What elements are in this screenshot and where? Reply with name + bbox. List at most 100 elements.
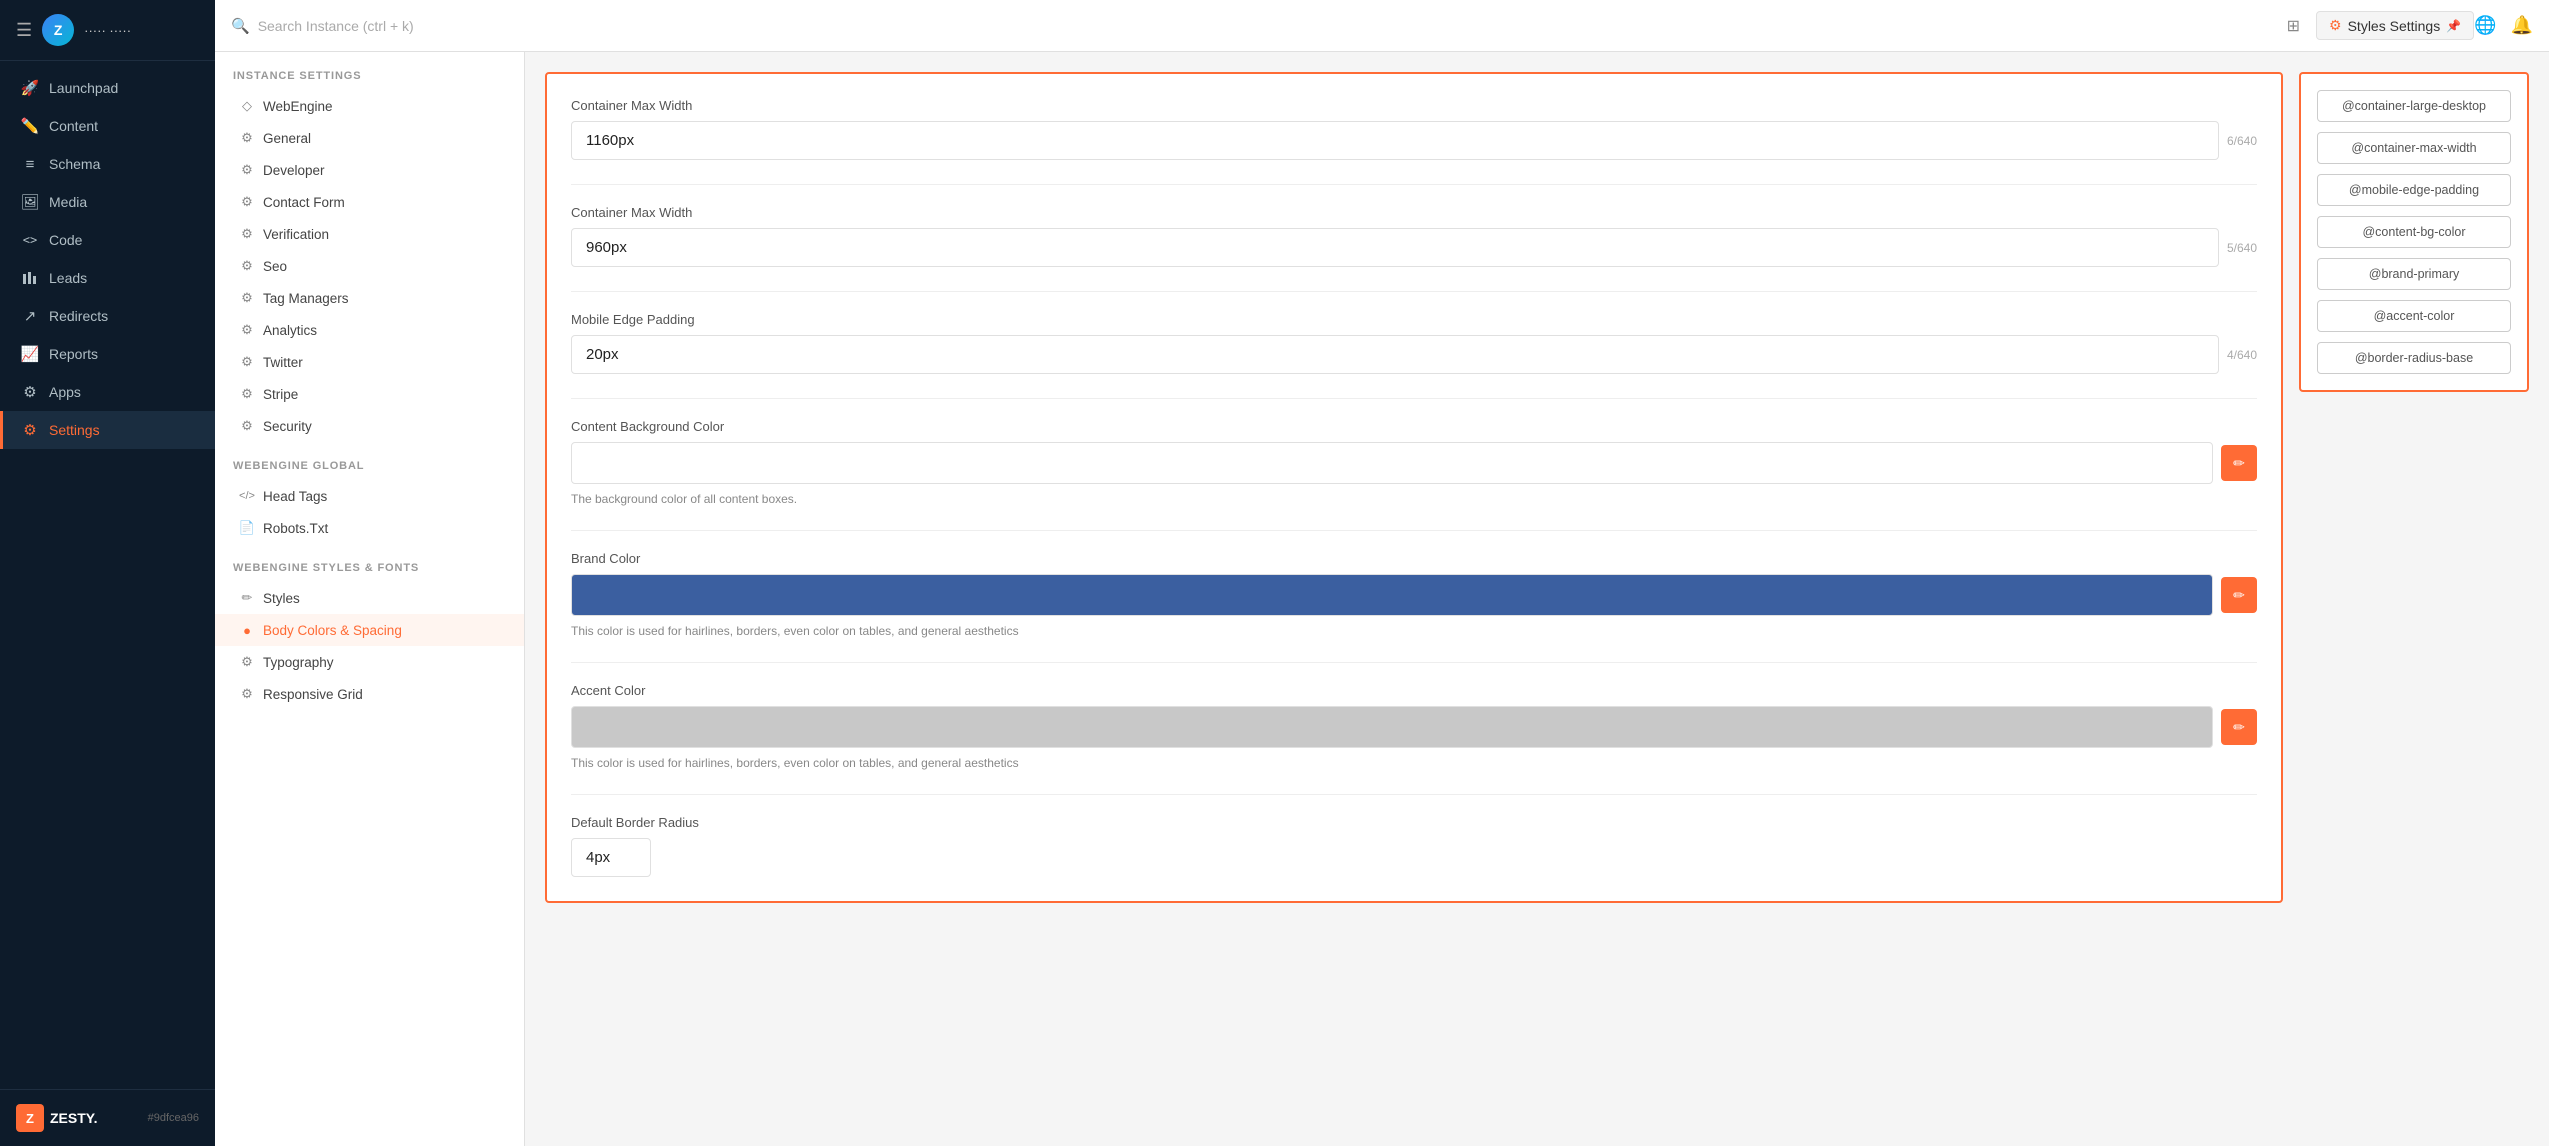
general-icon: ⚙ [239,130,255,146]
sidebar-item-media[interactable]: 🖼 Media [0,183,215,221]
zesty-logo: Z ZESTY. [16,1104,97,1132]
sub-nav-styles[interactable]: ✏ Styles [215,582,524,614]
right-panel: @container-large-desktop @container-max-… [2299,72,2529,392]
sub-nav-twitter[interactable]: ⚙ Twitter [215,346,524,378]
sidebar-item-content[interactable]: ✏️ Content [0,107,215,145]
input-mobile-edge-padding[interactable] [571,335,2219,374]
hamburger-icon[interactable]: ☰ [16,20,32,41]
pencil-icon: ✏ [2233,455,2245,472]
sub-nav-responsive-grid[interactable]: ⚙ Responsive Grid [215,678,524,710]
content-icon: ✏️ [21,117,39,135]
field-label-border-radius: Default Border Radius [571,815,2257,830]
edit-btn-brand[interactable]: ✏ [2221,577,2257,613]
sub-nav-stripe[interactable]: ⚙ Stripe [215,378,524,410]
var-brand-primary[interactable]: @brand-primary [2317,258,2511,290]
styles-fonts-title: WEBENGINE STYLES & FONTS [215,544,524,582]
input-container-max-width[interactable] [571,228,2219,267]
sub-nav-seo[interactable]: ⚙ Seo [215,250,524,282]
filter-icon[interactable]: ⊞ [2287,16,2300,36]
var-accent-color[interactable]: @accent-color [2317,300,2511,332]
reports-icon: 📈 [21,345,39,363]
input-border-radius[interactable] [571,838,651,877]
sub-nav-contact-form[interactable]: ⚙ Contact Form [215,186,524,218]
instance-avatar: Z [42,14,74,46]
edit-btn-content-bg[interactable]: ✏ [2221,445,2257,481]
twitter-icon: ⚙ [239,354,255,370]
settings-card: Container Max Width 6/640 Container Max … [545,72,2283,903]
leads-icon [21,269,39,287]
sub-nav-body-colors[interactable]: ● Body Colors & Spacing [215,614,524,646]
search-area: 🔍 Search Instance (ctrl + k) [231,17,2287,35]
code-icon: <> [21,231,39,249]
sidebar-footer: Z ZESTY. #9dfcea96 [0,1089,215,1146]
tab-settings-icon: ⚙ [2329,17,2342,34]
sidebar-item-redirects[interactable]: ↗ Redirects [0,297,215,335]
field-row-border-radius [571,838,2257,877]
field-container-large-desktop: Container Max Width 6/640 [571,98,2257,160]
analytics-icon: ⚙ [239,322,255,338]
tab-label: Styles Settings [2348,18,2441,34]
media-icon: 🖼 [21,193,39,211]
sidebar-item-leads[interactable]: Leads [0,259,215,297]
field-label-mobile-padding: Mobile Edge Padding [571,312,2257,327]
sidebar-item-apps[interactable]: ⚙ Apps [0,373,215,411]
launchpad-icon: 🚀 [21,79,39,97]
globe-icon[interactable]: 🌐 [2474,15,2496,36]
sidebar-nav: 🚀 Launchpad ✏️ Content ≡ Schema 🖼 Media … [0,61,215,1089]
sub-nav-verification[interactable]: ⚙ Verification [215,218,524,250]
sub-nav-analytics[interactable]: ⚙ Analytics [215,314,524,346]
styles-icon: ✏ [239,590,255,606]
sidebar-item-reports[interactable]: 📈 Reports [0,335,215,373]
field-row-container-max: 5/640 [571,228,2257,267]
counter-mobile-padding: 4/640 [2227,348,2257,362]
var-container-max-width[interactable]: @container-max-width [2317,132,2511,164]
sub-nav-general[interactable]: ⚙ General [215,122,524,154]
body-colors-icon: ● [239,622,255,638]
redirects-icon: ↗ [21,307,39,325]
instance-settings-title: INSTANCE SETTINGS [215,52,524,90]
search-icon: 🔍 [231,17,250,35]
sub-nav-robots-txt[interactable]: 📄 Robots.Txt [215,512,524,544]
contact-form-icon: ⚙ [239,194,255,210]
field-label-container-max: Container Max Width [571,205,2257,220]
instance-name: ····· ····· [84,23,131,38]
sub-nav-typography[interactable]: ⚙ Typography [215,646,524,678]
field-label-container-large: Container Max Width [571,98,2257,113]
left-sidebar: ☰ Z ····· ····· 🚀 Launchpad ✏️ Content ≡… [0,0,215,1146]
edit-btn-accent[interactable]: ✏ [2221,709,2257,745]
search-placeholder[interactable]: Search Instance (ctrl + k) [258,18,414,34]
desc-brand: This color is used for hairlines, border… [571,624,2257,638]
head-tags-icon: </> [239,488,255,504]
var-mobile-edge-padding[interactable]: @mobile-edge-padding [2317,174,2511,206]
secondary-sidebar: INSTANCE SETTINGS ◇ WebEngine ⚙ General … [215,52,525,1146]
var-container-large-desktop[interactable]: @container-large-desktop [2317,90,2511,122]
color-preview-accent [571,706,2213,748]
pencil-icon-brand: ✏ [2233,587,2245,604]
center-panel: Container Max Width 6/640 Container Max … [545,72,2283,1126]
sidebar-item-launchpad[interactable]: 🚀 Launchpad [0,69,215,107]
sub-nav-head-tags[interactable]: </> Head Tags [215,480,524,512]
var-border-radius-base[interactable]: @border-radius-base [2317,342,2511,374]
sub-nav-webengine[interactable]: ◇ WebEngine [215,90,524,122]
bell-icon[interactable]: 🔔 [2511,15,2533,36]
sidebar-item-code[interactable]: <> Code [0,221,215,259]
divider-6 [571,794,2257,795]
zesty-logo-text: ZESTY. [50,1110,97,1126]
divider-2 [571,291,2257,292]
divider-1 [571,184,2257,185]
sub-nav-developer[interactable]: ⚙ Developer [215,154,524,186]
desc-accent: This color is used for hairlines, border… [571,756,2257,770]
field-accent-color: Accent Color ✏ This color is used for ha… [571,683,2257,770]
sub-nav-security[interactable]: ⚙ Security [215,410,524,442]
field-border-radius: Default Border Radius [571,815,2257,877]
topbar: 🔍 Search Instance (ctrl + k) ⊞ ⚙ Styles … [215,0,2549,52]
responsive-grid-icon: ⚙ [239,686,255,702]
apps-icon: ⚙ [21,383,39,401]
var-content-bg-color[interactable]: @content-bg-color [2317,216,2511,248]
sub-nav-tag-managers[interactable]: ⚙ Tag Managers [215,282,524,314]
sidebar-item-settings[interactable]: ⚙ Settings [0,411,215,449]
active-tab[interactable]: ⚙ Styles Settings 📌 [2316,11,2474,40]
sidebar-item-schema[interactable]: ≡ Schema [0,145,215,183]
field-label-content-bg: Content Background Color [571,419,2257,434]
input-container-large-desktop[interactable] [571,121,2219,160]
